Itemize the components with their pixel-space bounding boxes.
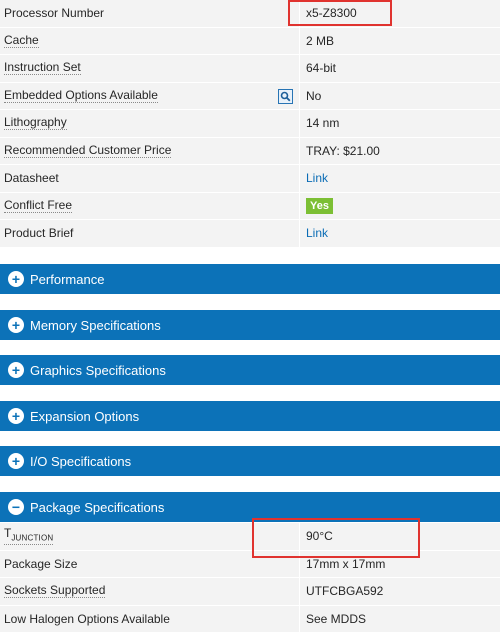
spec-row-tjunction: TJUNCTION 90°C [0,523,500,551]
section-graphics-specifications[interactable]: + Graphics Specifications [0,355,500,385]
section-title: I/O Specifications [30,453,132,469]
spec-label: Low Halogen Options Available [4,611,170,626]
spec-label[interactable]: Recommended Customer Price [4,143,172,158]
section-performance[interactable]: + Performance [0,264,500,294]
section-title: Memory Specifications [30,317,161,333]
expand-plus-icon: + [8,408,24,424]
section-title: Graphics Specifications [30,362,166,378]
spec-row-embedded-options: Embedded Options Available No [0,82,500,110]
section-title: Performance [30,271,105,287]
spec-row-datasheet: Datasheet Link [0,165,500,193]
spec-value: 17mm x 17mm [306,556,386,571]
spec-row-package-size: Package Size 17mm x 17mm [0,550,500,578]
expand-plus-icon: + [8,271,24,287]
section-title: Package Specifications [30,499,165,515]
spec-row-lithography: Lithography 14 nm [0,110,500,138]
spec-label[interactable]: Cache [4,33,39,48]
package-table: TJUNCTION 90°C Package Size 17mm x 17mm … [0,523,500,633]
spec-label[interactable]: Instruction Set [4,61,81,76]
spec-row-product-brief: Product Brief Link [0,220,500,248]
spec-row-cache: Cache 2 MB [0,27,500,55]
spec-value: UTFCBGA592 [306,584,384,599]
spec-label[interactable]: Sockets Supported [4,584,106,599]
spec-row-instruction-set: Instruction Set 64-bit [0,55,500,83]
spec-value: See MDDS [306,611,367,626]
spec-label[interactable]: Lithography [4,116,67,131]
spec-row-sockets-supported: Sockets Supported UTFCBGA592 [0,578,500,606]
spec-label: Datasheet [4,171,59,186]
spec-row-conflict-free: Conflict Free Yes [0,192,500,220]
spec-label: Product Brief [4,226,74,241]
search-icon[interactable] [278,88,293,104]
highlight-box-tjunction [252,518,420,558]
product-brief-link[interactable]: Link [306,226,328,240]
spec-label: Package Size [4,556,78,571]
conflict-free-badge: Yes [306,197,333,214]
spec-label[interactable]: Conflict Free [4,198,73,213]
section-title: Expansion Options [30,408,140,424]
section-package-specifications[interactable]: − Package Specifications [0,492,500,522]
expand-plus-icon: + [8,453,24,469]
spec-label[interactable]: Embedded Options Available [4,88,158,103]
expand-plus-icon: + [8,317,24,333]
spec-value: No [306,88,322,103]
expand-plus-icon: + [8,362,24,378]
spec-value: 2 MB [306,33,335,48]
spec-label: Processor Number [4,6,105,21]
spec-value: 64-bit [306,61,337,76]
highlight-box-processor-number [288,0,392,26]
spec-row-price: Recommended Customer Price TRAY: $21.00 [0,137,500,165]
section-memory-specifications[interactable]: + Memory Specifications [0,310,500,340]
tjunction-label[interactable]: TJUNCTION [4,527,54,546]
datasheet-link[interactable]: Link [306,171,328,185]
spec-value: TRAY: $21.00 [306,143,380,158]
section-expansion-options[interactable]: + Expansion Options [0,401,500,431]
spec-row-low-halogen: Low Halogen Options Available See MDDS [0,605,500,633]
collapse-minus-icon: − [8,499,24,515]
spec-value: 14 nm [306,116,340,131]
essentials-table: Processor Number x5-Z8300 Cache 2 MB Ins… [0,0,500,248]
spec-row-processor-number: Processor Number x5-Z8300 [0,0,500,28]
section-io-specifications[interactable]: + I/O Specifications [0,446,500,476]
